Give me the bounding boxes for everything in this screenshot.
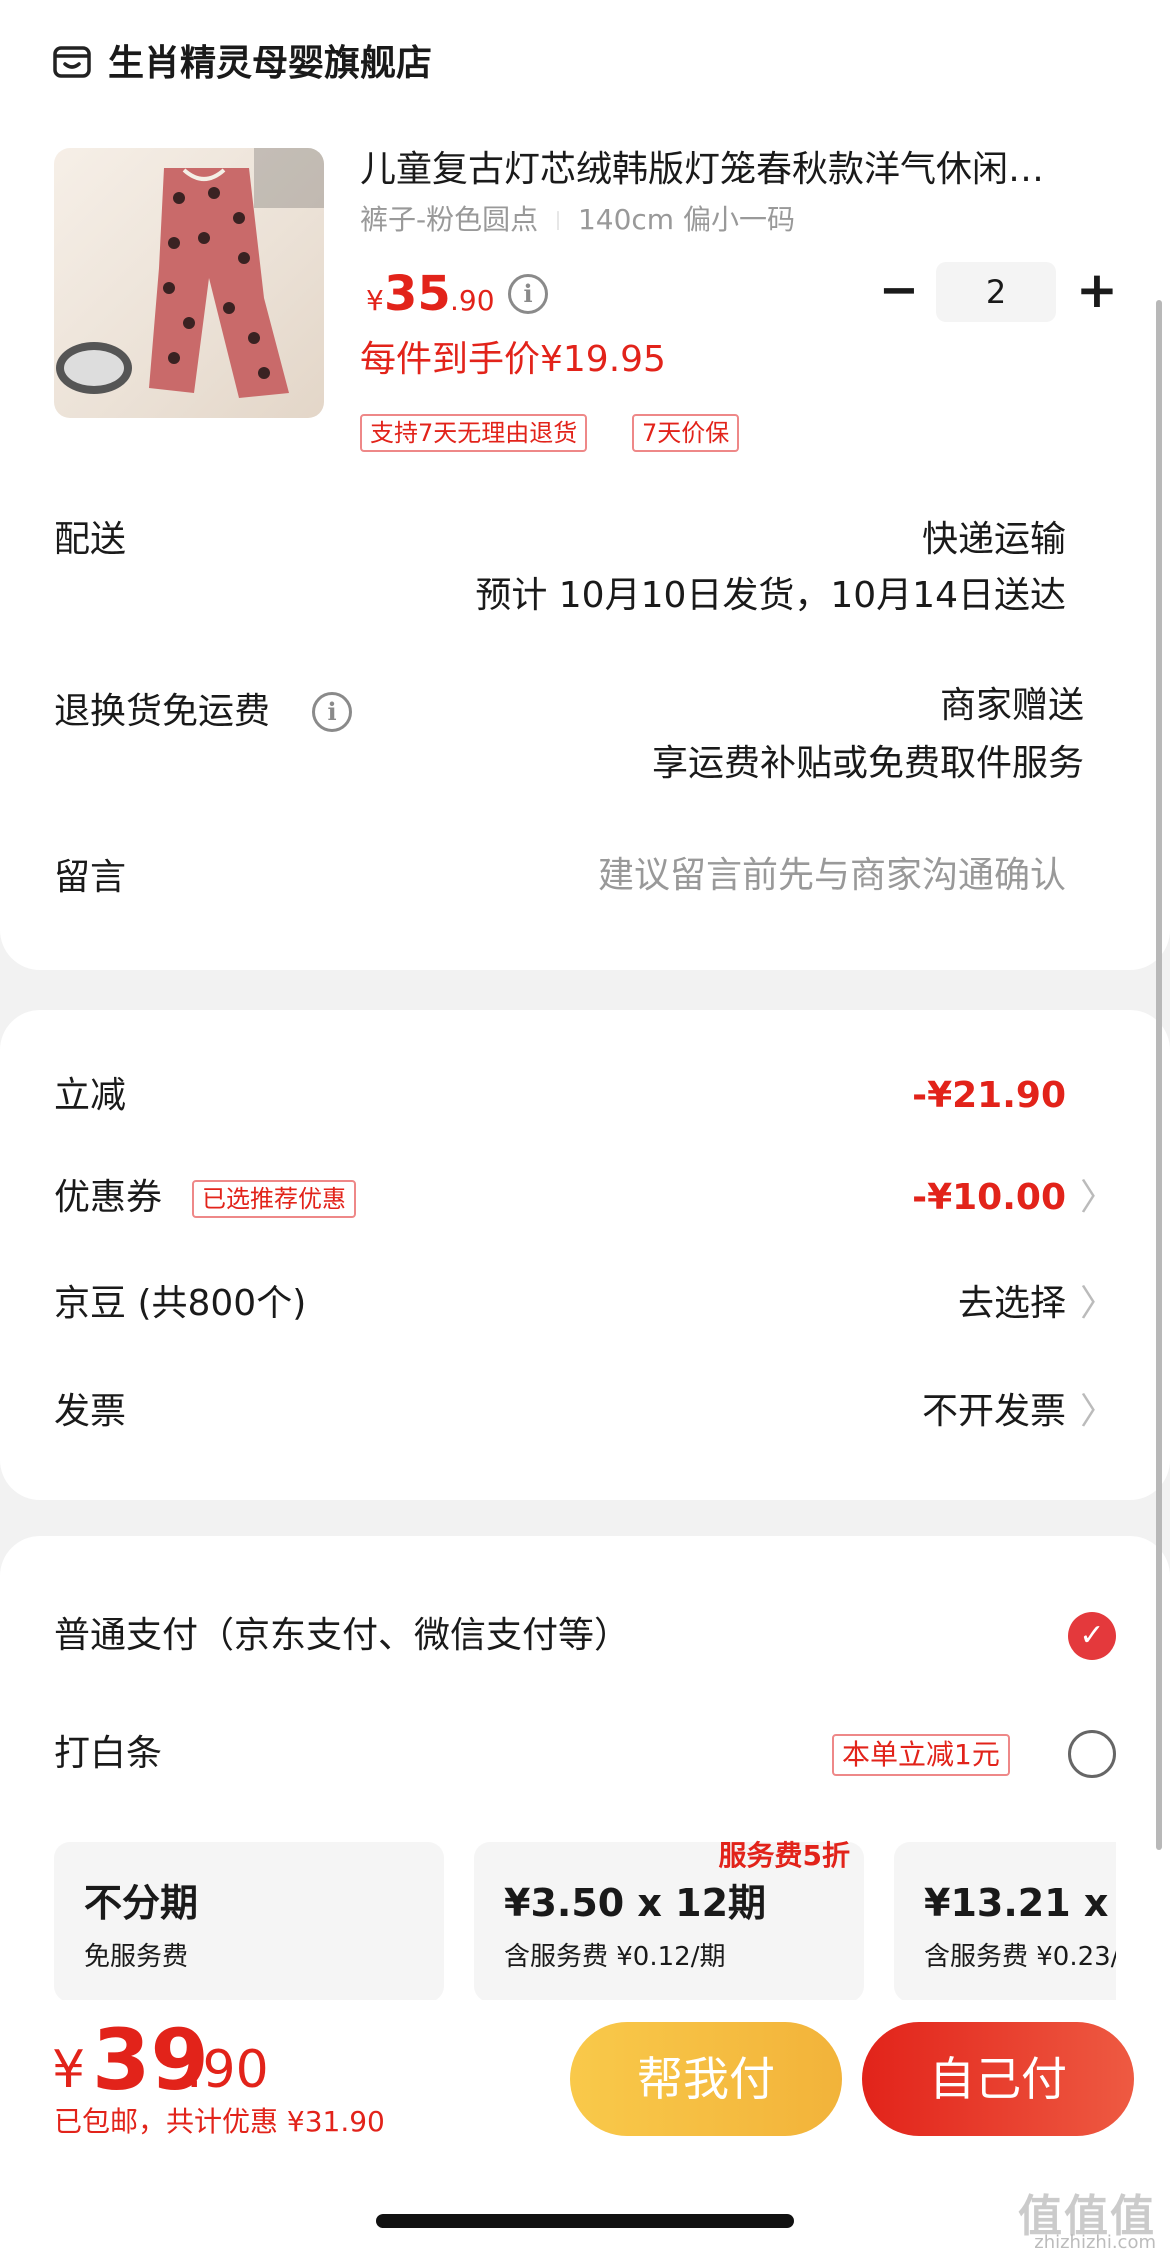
quantity-decrease-button[interactable]: − — [874, 262, 924, 322]
home-indicator[interactable] — [376, 2214, 794, 2228]
spec-divider: ︱ — [547, 210, 570, 235]
baitiao-radio[interactable] — [1068, 1730, 1116, 1778]
jingdou-label: 京豆 (共800个) — [54, 1283, 307, 1324]
price-decimal: .90 — [450, 284, 495, 317]
price-protection-tag: 7天价保 — [632, 414, 740, 452]
instant-discount-value: -¥21.90 — [912, 1075, 1066, 1116]
plan-badge: 服务费5折 — [718, 1839, 850, 1872]
plan-option[interactable]: 不分期 免服务费 — [54, 1842, 444, 2002]
return-shipping-info-icon[interactable]: i — [312, 692, 352, 732]
watermark-url: zhizhizhi.com — [1034, 2232, 1156, 2253]
coupon-value[interactable]: -¥10.00 — [912, 1174, 1066, 1222]
invoice-label: 发票 — [54, 1391, 127, 1432]
delivery-eta: 预计 10月10日发货，10月14日送达 — [475, 575, 1066, 616]
jingdou-chevron-icon[interactable]: 〉 — [1080, 1280, 1116, 1328]
help-pay-button[interactable]: 帮我付 — [570, 2022, 842, 2136]
product-spec-variant: 裤子-粉色圆点 — [360, 203, 539, 236]
product-title[interactable]: 儿童复古灯芯绒韩版灯笼春秋款洋气休闲… — [360, 146, 1120, 194]
delivery-method[interactable]: 快递运输 — [922, 516, 1066, 564]
instant-discount-label: 立减 — [54, 1075, 127, 1116]
price-integer: 35 — [384, 266, 451, 322]
coupon-chevron-icon[interactable]: 〉 — [1080, 1174, 1116, 1222]
quantity-input[interactable]: 2 — [936, 262, 1056, 322]
price-symbol: ¥ — [366, 284, 384, 317]
store-name[interactable]: 生肖精灵母婴旗舰店 — [108, 40, 432, 88]
product-image[interactable] — [54, 148, 324, 418]
scrollbar[interactable] — [1156, 300, 1162, 1850]
delivery-label: 配送 — [54, 519, 127, 560]
message-label: 留言 — [54, 857, 127, 898]
product-spec[interactable]: 裤子-粉色圆点 ︱ 140cm 偏小一码 — [360, 200, 795, 243]
store-icon — [53, 46, 91, 78]
product-spec-size: 140cm 偏小一码 — [577, 203, 795, 236]
coupon-label: 优惠券 — [54, 1177, 163, 1218]
total-decimal: .90 — [186, 2040, 269, 2100]
coupon-badge: 已选推荐优惠 — [192, 1180, 356, 1218]
return-shipping-label: 退换货免运费 — [54, 691, 271, 732]
installment-plans: 不分期 免服务费 服务费5折 ¥3.50 x 12期 含服务费 ¥0.12/期 … — [54, 1830, 1116, 2010]
unit-price: 每件到手价¥19.95 — [360, 339, 666, 380]
return-policy-tag: 支持7天无理由退货 — [360, 414, 588, 452]
baitiao-label[interactable]: 打白条 — [54, 1730, 162, 1778]
invoice-chevron-icon[interactable]: 〉 — [1080, 1388, 1116, 1436]
plan-title: ¥13.21 x 3期 — [924, 1881, 1116, 1925]
plan-option[interactable]: 服务费5折 ¥3.50 x 12期 含服务费 ¥0.12/期 — [474, 1839, 864, 2002]
message-input[interactable]: 建议留言前先与商家沟通确认 — [598, 852, 1066, 900]
plan-option[interactable]: ¥13.21 x 3期 含服务费 ¥0.23/期 — [894, 1842, 1116, 2002]
plan-fee: 免服务费 — [84, 1942, 189, 1972]
self-pay-button[interactable]: 自己付 — [862, 2022, 1134, 2136]
return-shipping-value: 商家赠送 — [939, 685, 1084, 726]
plan-title: ¥3.50 x 12期 — [504, 1881, 767, 1925]
return-shipping-desc: 享运费补贴或免费取件服务 — [651, 743, 1084, 784]
plan-title: 不分期 — [84, 1881, 199, 1925]
plan-fee: 含服务费 ¥0.12/期 — [504, 1942, 726, 1972]
total-summary: 已包邮，共计优惠 ¥31.90 — [54, 2105, 385, 2138]
jingdou-value[interactable]: 去选择 — [958, 1280, 1066, 1328]
quantity-increase-button[interactable]: + — [1072, 262, 1122, 322]
invoice-value[interactable]: 不开发票 — [922, 1388, 1066, 1436]
baitiao-badge: 本单立减1元 — [832, 1734, 1010, 1776]
plan-fee: 含服务费 ¥0.23/期 — [924, 1942, 1116, 1972]
normal-pay-label[interactable]: 普通支付（京东支付、微信支付等） — [54, 1612, 630, 1660]
normal-pay-check-icon[interactable]: ✓ — [1068, 1612, 1116, 1660]
total-symbol: ¥ — [52, 2040, 86, 2100]
price-info-icon[interactable]: i — [508, 274, 548, 314]
